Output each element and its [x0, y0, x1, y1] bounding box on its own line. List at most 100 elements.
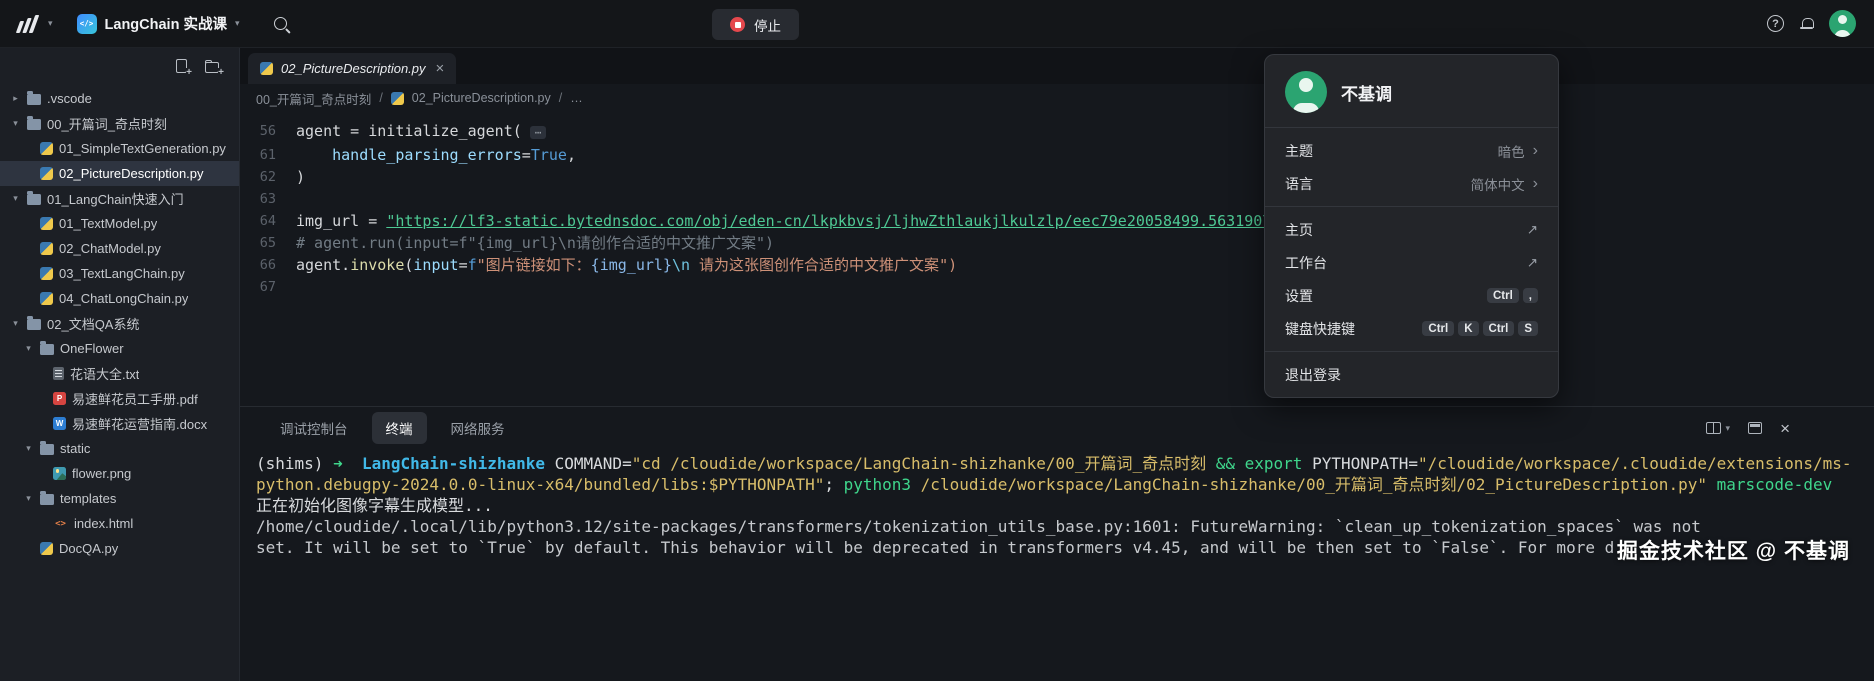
- kbd-key: Ctrl: [1483, 321, 1515, 336]
- user-menu: 不基调 主题暗色›语言简体中文›主页↗工作台↗设置Ctrl,键盘快捷键CtrlK…: [1264, 54, 1559, 398]
- file-tree: ▸.vscode ▾ 00_开篇词_奇点时刻 01_SimpleTextGenerat…: [0, 84, 239, 681]
- topbar: ▾ LangChain 实战课 ▾ 停止 ?: [0, 0, 1874, 48]
- maximize-panel-icon[interactable]: [1748, 422, 1762, 434]
- tree-item[interactable]: ▾static: [0, 436, 239, 461]
- code-token: input: [413, 256, 458, 274]
- file-name: 01_TextModel.py: [59, 216, 157, 231]
- menu-item-extra: ↗: [1527, 255, 1538, 271]
- chevron-down-icon[interactable]: ▾: [48, 18, 53, 29]
- close-icon[interactable]: ×: [436, 61, 445, 76]
- menu-item-settings[interactable]: 设置Ctrl,: [1265, 279, 1558, 312]
- file-name: 易速鲜花运营指南.docx: [72, 414, 207, 433]
- file-name: flower.png: [72, 466, 131, 481]
- python-icon: [391, 92, 404, 105]
- stop-button[interactable]: 停止: [712, 9, 799, 40]
- tree-item[interactable]: index.html: [0, 511, 239, 536]
- tree-item[interactable]: ▸.vscode: [0, 86, 239, 111]
- menu-item-logout[interactable]: 退出登录: [1265, 358, 1558, 391]
- file-name: DocQA.py: [59, 541, 118, 556]
- menu-item-extra: ↗: [1527, 222, 1538, 238]
- chevron-down-icon: ▾: [1726, 423, 1731, 434]
- breadcrumb-item[interactable]: …: [570, 91, 583, 105]
- terminal-token: COMMAND=: [545, 454, 632, 473]
- tree-item[interactable]: ▾OneFlower: [0, 336, 239, 361]
- menu-item-home[interactable]: 主页↗: [1265, 213, 1558, 246]
- code-badge-icon: [77, 14, 97, 34]
- tree-item[interactable]: 02_PictureDescription.py: [0, 161, 239, 186]
- tree-item[interactable]: 03_TextLangChain.py: [0, 261, 239, 286]
- kbd-key: S: [1518, 321, 1538, 336]
- tree-item[interactable]: 04_ChatLongChain.py: [0, 286, 239, 311]
- stop-icon: [730, 17, 745, 32]
- line-number: 61: [240, 144, 296, 166]
- user-avatar[interactable]: [1829, 10, 1856, 37]
- code-text: agent = initialize_agent(⋯: [296, 120, 1874, 144]
- terminal-output[interactable]: (shims) ➜ LangChain-shizhanke COMMAND="c…: [240, 449, 1874, 681]
- split-terminal-button[interactable]: ▾: [1706, 422, 1731, 434]
- terminal-token: /home/cloudide/.local/lib/python3.12/sit…: [256, 517, 1701, 536]
- line-number: 67: [240, 276, 296, 298]
- help-icon[interactable]: ?: [1767, 15, 1784, 32]
- menu-item-language[interactable]: 语言简体中文›: [1265, 167, 1558, 200]
- breadcrumb-item[interactable]: 02_PictureDescription.py: [412, 91, 551, 105]
- project-switcher[interactable]: LangChain 实战课 ▾: [77, 13, 240, 34]
- menu-item-workbench[interactable]: 工作台↗: [1265, 246, 1558, 279]
- search-icon[interactable]: [274, 17, 287, 30]
- breadcrumb-separator: /: [379, 91, 382, 105]
- tree-item[interactable]: 花语大全.txt: [0, 361, 239, 386]
- code-text: # agent.run(input=f"{img_url}\n请创作合适的中文推…: [296, 232, 1874, 254]
- tree-item[interactable]: 易速鲜花员工手册.pdf: [0, 386, 239, 411]
- bell-icon[interactable]: [1800, 18, 1813, 31]
- file-name: 花语大全.txt: [70, 364, 139, 383]
- close-panel-icon[interactable]: ×: [1780, 420, 1790, 437]
- breadcrumb: 00_开篇词_奇点时刻/02_PictureDescription.py/…: [240, 84, 1874, 112]
- app-root: ▾ LangChain 实战课 ▾ 停止 ? ▸.vscode ▾ 00_开篇词_奇…: [0, 0, 1874, 681]
- tree-item[interactable]: 02_ChatModel.py: [0, 236, 239, 261]
- tree-item[interactable]: 01_SimpleTextGeneration.py: [0, 136, 239, 161]
- chevron-right-icon: ›: [1533, 175, 1538, 193]
- code-text: img_url = "https://lf3-static.bytednsdoc…: [296, 210, 1874, 232]
- tree-item[interactable]: ▾ 00_开篇词_奇点时刻: [0, 111, 239, 136]
- breadcrumb-item[interactable]: 00_开篇词_奇点时刻: [256, 89, 371, 108]
- pdf-icon: [53, 392, 66, 405]
- panel-actions: ▾ ×: [1706, 420, 1848, 437]
- new-folder-icon[interactable]: [205, 62, 219, 73]
- new-file-icon[interactable]: [176, 59, 187, 73]
- tree-item[interactable]: ▾templates: [0, 486, 239, 511]
- code-token: \n: [672, 256, 690, 274]
- menu-item-theme[interactable]: 主题暗色›: [1265, 134, 1558, 167]
- external-link-icon: ↗: [1527, 222, 1538, 238]
- app-logo-icon[interactable]: [18, 15, 36, 33]
- external-link-icon: ↗: [1527, 255, 1538, 271]
- code-token: "https://lf3-static.bytednsdoc.com/obj/e…: [386, 212, 1343, 230]
- chevron-down-icon: ▾: [10, 118, 21, 129]
- code-token: agent = initialize_agent(: [296, 122, 522, 140]
- tree-item[interactable]: flower.png: [0, 461, 239, 486]
- tree-item[interactable]: 01_TextModel.py: [0, 211, 239, 236]
- menu-item-label: 键盘快捷键: [1285, 319, 1418, 339]
- line-number: 63: [240, 188, 296, 210]
- file-name: 02_文档QA系统: [47, 314, 139, 333]
- editor-tab[interactable]: 02_PictureDescription.py ×: [248, 53, 456, 84]
- code-token: img_url =: [296, 212, 386, 230]
- file-name: 01_LangChain快速入门: [47, 189, 184, 208]
- terminal-token: (shims): [256, 454, 333, 473]
- file-explorer: ▸.vscode ▾ 00_开篇词_奇点时刻 01_SimpleTextGenerat…: [0, 48, 240, 681]
- menu-item-keyboard-shortcuts[interactable]: 键盘快捷键CtrlKCtrlS: [1265, 312, 1558, 345]
- kbd-key: Ctrl: [1487, 288, 1519, 303]
- folder-icon: [27, 94, 41, 105]
- panel-tab[interactable]: 调试控制台: [266, 412, 362, 444]
- tree-item[interactable]: 易速鲜花运营指南.docx: [0, 411, 239, 436]
- tree-item[interactable]: ▾02_文档QA系统: [0, 311, 239, 336]
- file-name: OneFlower: [60, 341, 124, 356]
- code-token: =: [522, 146, 531, 164]
- file-name: 01_SimpleTextGeneration.py: [59, 141, 226, 156]
- panel-tab[interactable]: 终端: [372, 412, 427, 444]
- tree-item[interactable]: ▾01_LangChain快速入门: [0, 186, 239, 211]
- stop-label: 停止: [754, 15, 781, 35]
- tree-item[interactable]: DocQA.py: [0, 536, 239, 561]
- panel-tab[interactable]: 网络服务: [437, 412, 519, 444]
- file-name: 00_开篇词_奇点时刻: [47, 114, 167, 133]
- python-icon: [40, 142, 53, 155]
- code-editor[interactable]: 56agent = initialize_agent(⋯61 handle_pa…: [240, 112, 1874, 406]
